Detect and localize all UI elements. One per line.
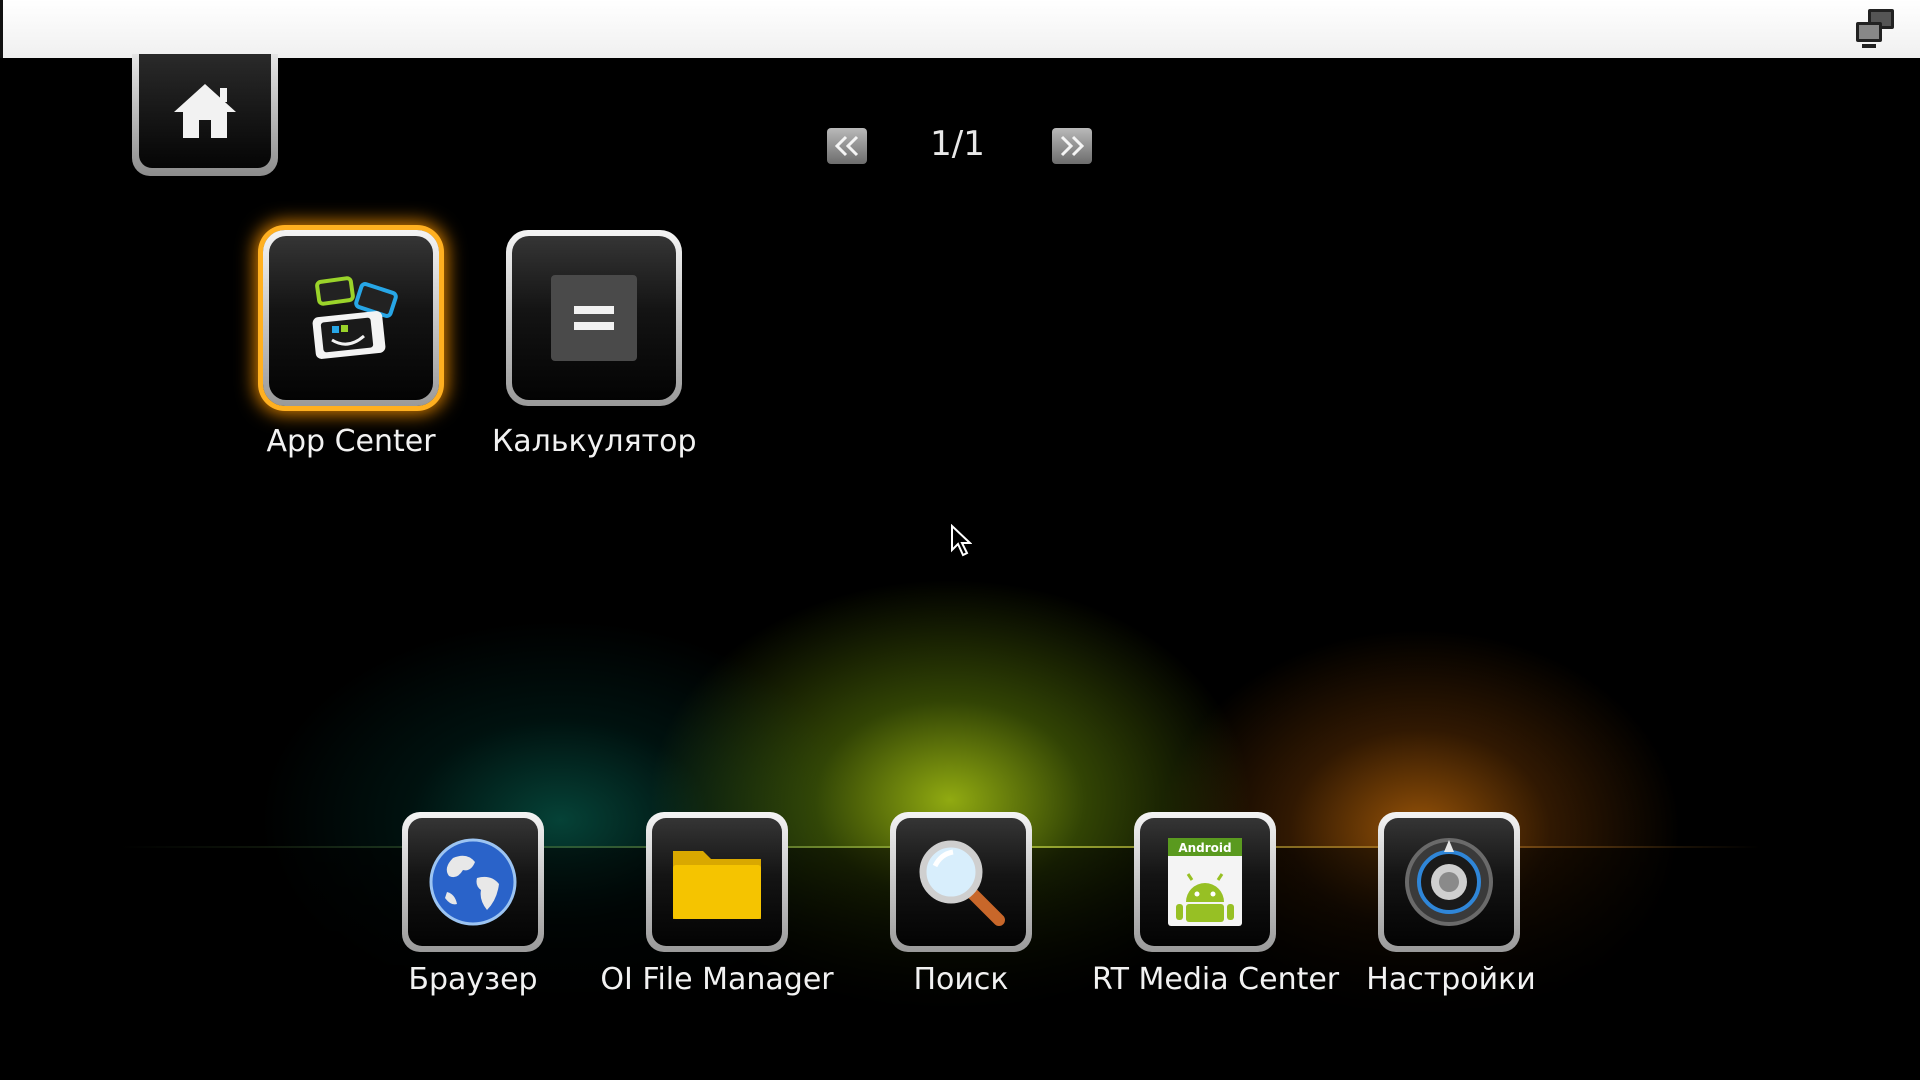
app-tile-calculator[interactable]	[506, 230, 682, 406]
mouse-cursor-icon	[950, 523, 973, 562]
dock-file-manager-button[interactable]	[646, 812, 788, 952]
dock-browser-button[interactable]	[402, 812, 544, 952]
top-status-bar	[0, 0, 1920, 58]
android-badge-text: Android	[1178, 841, 1231, 855]
app-center-icon	[312, 276, 398, 359]
settings-dial-icon	[1405, 838, 1493, 926]
app-label-app-center: App Center	[266, 424, 436, 459]
home-button[interactable]	[132, 54, 278, 176]
dock-label-search: Поиск	[913, 962, 1009, 997]
next-page-button[interactable]	[1052, 128, 1092, 164]
double-chevron-left-icon	[834, 135, 859, 157]
page-indicator: 1/1	[930, 124, 985, 164]
android-media-icon: Android	[1168, 838, 1242, 926]
home-icon	[174, 84, 236, 138]
magnifier-icon	[919, 840, 1005, 926]
dock-label-media-center: RT Media Center	[1092, 962, 1340, 997]
calculator-icon	[551, 275, 637, 361]
globe-icon	[429, 838, 517, 926]
dock-label-settings: Настройки	[1366, 962, 1536, 997]
double-chevron-right-icon	[1060, 135, 1085, 157]
network-monitors-icon[interactable]	[1852, 6, 1898, 52]
app-tile-app-center[interactable]	[263, 230, 439, 406]
dock-label-file-manager: OI File Manager	[600, 962, 834, 997]
app-label-calculator: Калькулятор	[492, 424, 697, 459]
dock-search-button[interactable]	[890, 812, 1032, 952]
folder-icon	[673, 851, 761, 919]
dock-media-center-button[interactable]: Android	[1134, 812, 1276, 952]
dock-settings-button[interactable]	[1378, 812, 1520, 952]
dock-label-browser: Браузер	[408, 962, 538, 997]
prev-page-button[interactable]	[827, 128, 867, 164]
